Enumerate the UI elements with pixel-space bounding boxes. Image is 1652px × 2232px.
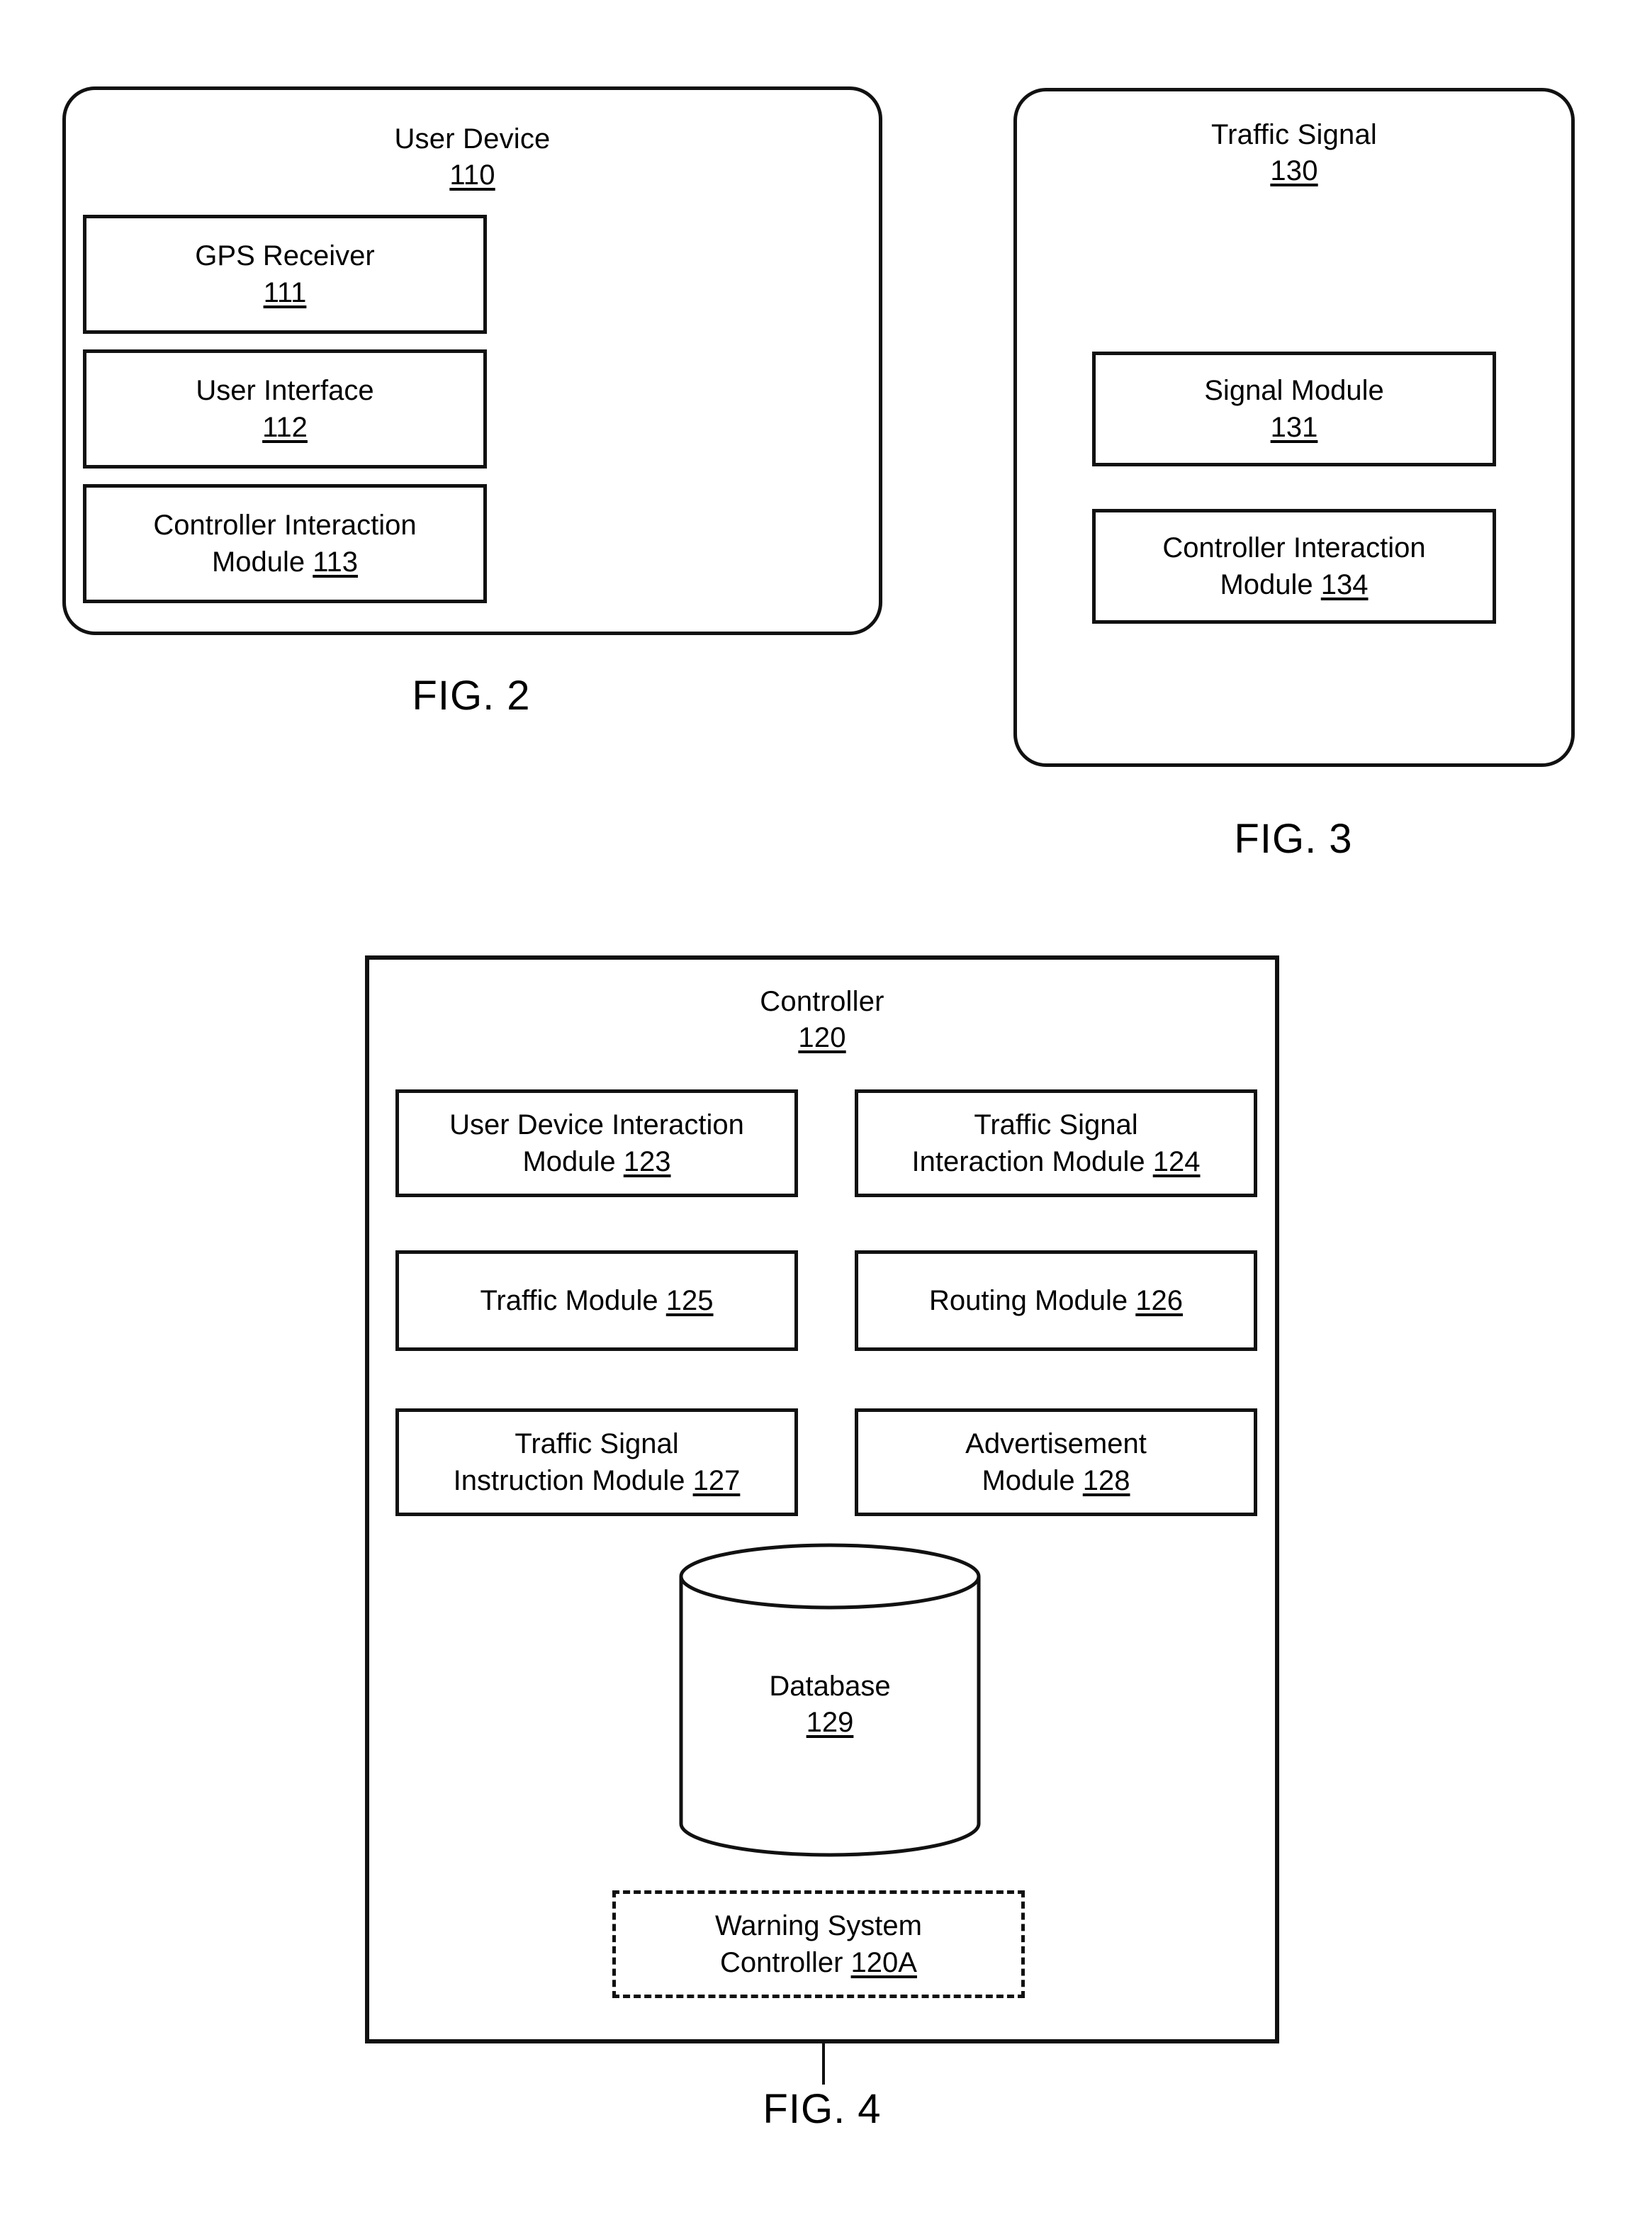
module-controller-interaction-113-text: Controller Interaction Module 113 — [146, 507, 423, 581]
module-gps-receiver-text: GPS Receiver 111 — [188, 237, 381, 311]
module-advertisement-line1: Advertisement — [965, 1428, 1147, 1459]
module-signal-ref: 131 — [1270, 412, 1318, 443]
module-advertisement-line2-text: Module — [982, 1465, 1083, 1496]
module-signal: Signal Module 131 — [1092, 352, 1496, 466]
module-warning-system-controller-line2-text: Controller — [720, 1947, 851, 1978]
module-controller-interaction-113-line2: Module 113 — [153, 544, 416, 581]
module-routing: Routing Module 126 — [855, 1250, 1257, 1351]
module-traffic-signal-instruction: Traffic Signal Instruction Module 127 — [395, 1408, 798, 1516]
patent-drawing-sheet: User Device 110 GPS Receiver 111 User In… — [0, 0, 1652, 2232]
controller-ref: 120 — [798, 1022, 846, 1054]
module-traffic-signal-interaction: Traffic Signal Interaction Module 124 — [855, 1089, 1257, 1197]
user-device-title: User Device 110 — [66, 121, 879, 194]
module-warning-system-controller-text: Warning System Controller 120A — [708, 1907, 929, 1981]
module-traffic-signal-interaction-line2-text: Interaction Module — [911, 1146, 1153, 1177]
module-traffic-signal-interaction-line2: Interaction Module 124 — [912, 1143, 1201, 1180]
module-traffic-signal-instruction-text: Traffic Signal Instruction Module 127 — [446, 1425, 748, 1499]
database-label-group: Database 129 — [663, 1669, 996, 1741]
module-user-device-interaction-line2-text: Module — [522, 1146, 624, 1177]
module-traffic-signal-instruction-line2-text: Instruction Module — [453, 1465, 693, 1496]
database-cylinder: Database 129 — [663, 1542, 996, 1858]
figure-2-caption: FIG. 2 — [412, 673, 531, 719]
figure-3-caption: FIG. 3 — [1234, 816, 1353, 862]
module-traffic-line1-text: Traffic Module — [480, 1285, 666, 1316]
database-ref: 129 — [806, 1707, 854, 1739]
module-user-interface-text: User Interface 112 — [189, 372, 381, 446]
module-controller-interaction-134: Controller Interaction Module 134 — [1092, 509, 1496, 624]
module-gps-receiver-line1: GPS Receiver — [195, 240, 375, 271]
module-user-device-interaction-text: User Device Interaction Module 123 — [442, 1106, 751, 1180]
module-routing-line1-text: Routing Module — [928, 1285, 1136, 1316]
database-label: Database — [769, 1671, 891, 1702]
module-routing-line1: Routing Module 126 — [929, 1282, 1183, 1319]
module-controller-interaction-134-line2-text: Module — [1220, 569, 1321, 600]
module-traffic-signal-interaction-line1: Traffic Signal — [974, 1109, 1138, 1140]
figure-2-user-device-container: User Device 110 GPS Receiver 111 User In… — [62, 86, 882, 635]
figure-4-controller-container: Controller 120 User Device Interaction M… — [365, 955, 1279, 2043]
module-traffic-signal-interaction-text: Traffic Signal Interaction Module 124 — [905, 1106, 1208, 1180]
module-user-device-interaction-line2: Module 123 — [449, 1143, 744, 1180]
module-controller-interaction-113: Controller Interaction Module 113 — [83, 484, 487, 603]
module-advertisement-line2: Module 128 — [965, 1462, 1147, 1499]
module-warning-system-controller-line2: Controller 120A — [715, 1944, 922, 1981]
module-traffic-signal-instruction-line2: Instruction Module 127 — [454, 1462, 741, 1499]
module-signal-text: Signal Module 131 — [1197, 372, 1391, 446]
figure-4-leader-line — [822, 2043, 825, 2085]
user-device-ref: 110 — [449, 159, 495, 191]
module-warning-system-controller: Warning System Controller 120A — [612, 1890, 1025, 1998]
module-advertisement-ref: 128 — [1082, 1465, 1130, 1496]
module-gps-receiver-ref: 111 — [263, 277, 307, 308]
module-user-interface-ref: 112 — [262, 412, 308, 443]
module-controller-interaction-134-text: Controller Interaction Module 134 — [1155, 529, 1432, 603]
module-user-device-interaction: User Device Interaction Module 123 — [395, 1089, 798, 1197]
module-signal-line1: Signal Module — [1204, 375, 1384, 406]
module-advertisement-text: Advertisement Module 128 — [958, 1425, 1154, 1499]
module-traffic: Traffic Module 125 — [395, 1250, 798, 1351]
controller-title-text: Controller — [760, 986, 884, 1017]
module-routing-ref: 126 — [1135, 1285, 1184, 1316]
module-traffic-text: Traffic Module 125 — [473, 1282, 720, 1319]
module-controller-interaction-113-ref: 113 — [313, 546, 359, 578]
module-user-interface-line1: User Interface — [196, 375, 374, 406]
module-controller-interaction-134-line1: Controller Interaction — [1162, 532, 1426, 563]
module-traffic-signal-interaction-ref: 124 — [1152, 1146, 1201, 1177]
module-controller-interaction-134-line2: Module 134 — [1162, 566, 1425, 603]
module-user-device-interaction-ref: 123 — [623, 1146, 671, 1177]
module-routing-text: Routing Module 126 — [922, 1282, 1190, 1319]
figure-3-traffic-signal-container: Traffic Signal 130 Signal Module 131 Con… — [1013, 88, 1575, 767]
module-warning-system-controller-ref: 120A — [850, 1947, 917, 1978]
module-controller-interaction-113-line2-text: Module — [211, 546, 313, 578]
module-gps-receiver: GPS Receiver 111 — [83, 215, 487, 334]
module-warning-system-controller-line1: Warning System — [715, 1910, 922, 1941]
module-traffic-line1: Traffic Module 125 — [480, 1282, 713, 1319]
module-user-interface: User Interface 112 — [83, 349, 487, 469]
module-traffic-ref: 125 — [665, 1285, 714, 1316]
traffic-signal-title-text: Traffic Signal — [1210, 119, 1377, 150]
module-advertisement: Advertisement Module 128 — [855, 1408, 1257, 1516]
figure-4-caption: FIG. 4 — [763, 2086, 882, 2132]
module-controller-interaction-113-line1: Controller Interaction — [153, 510, 417, 541]
traffic-signal-title: Traffic Signal 130 — [1017, 117, 1571, 189]
module-user-device-interaction-line1: User Device Interaction — [449, 1109, 744, 1140]
module-traffic-signal-instruction-line1: Traffic Signal — [515, 1428, 679, 1459]
traffic-signal-ref: 130 — [1270, 155, 1318, 187]
controller-title: Controller 120 — [369, 984, 1275, 1056]
module-controller-interaction-134-ref: 134 — [1320, 569, 1369, 600]
user-device-title-text: User Device — [394, 123, 551, 155]
module-traffic-signal-instruction-ref: 127 — [692, 1465, 741, 1496]
